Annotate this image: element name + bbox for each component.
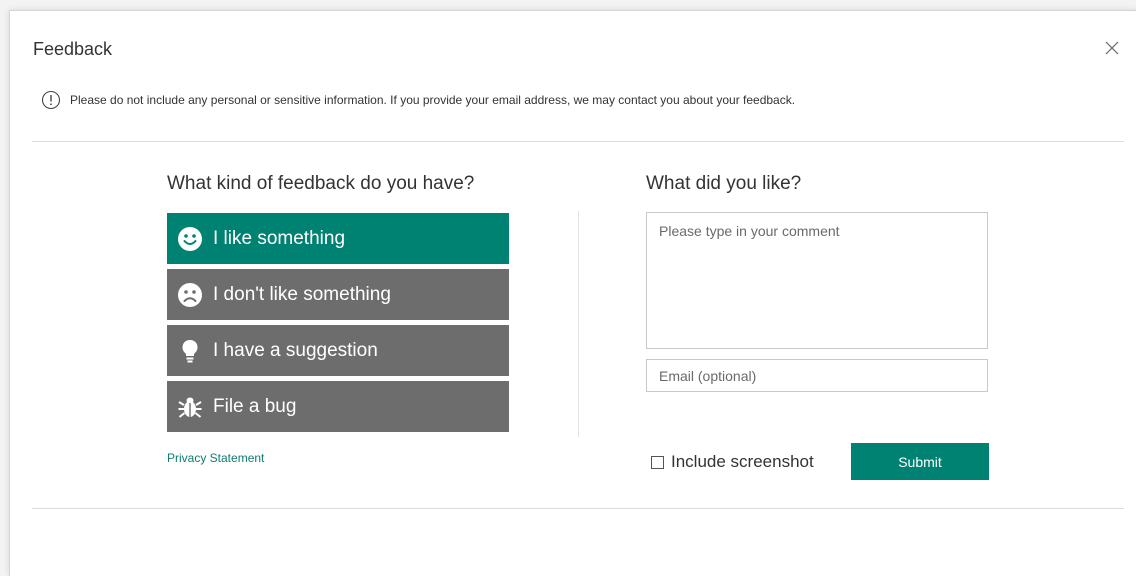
dialog-title: Feedback [33, 39, 113, 59]
privacy-notice-text: Please do not include any personal or se… [70, 93, 796, 107]
top-divider [32, 141, 1124, 142]
option-suggestion-label: I have a suggestion [213, 339, 378, 361]
option-suggestion[interactable]: I have a suggestion [167, 325, 509, 376]
privacy-statement-link[interactable]: Privacy Statement [167, 451, 264, 465]
option-file-bug[interactable]: File a bug [167, 381, 509, 432]
feedback-dialog: Feedback Please do not include any perso… [9, 10, 1136, 576]
include-screenshot-row: Include screenshot [651, 452, 814, 472]
option-dislike-something[interactable]: I don't like something [167, 269, 509, 320]
info-icon [41, 90, 61, 110]
bug-icon [177, 394, 203, 420]
include-screenshot-checkbox[interactable] [651, 455, 664, 469]
comment-heading: What did you like? [646, 173, 802, 194]
column-separator [578, 211, 579, 437]
option-like-label: I like something [213, 227, 346, 249]
include-screenshot-label[interactable]: Include screenshot [671, 452, 814, 472]
comment-textarea[interactable] [646, 212, 988, 349]
close-icon[interactable] [1103, 39, 1121, 57]
option-bug-label: File a bug [213, 395, 297, 417]
smile-icon [177, 226, 203, 252]
option-dislike-label: I don't like something [213, 283, 391, 305]
bottom-divider [32, 508, 1124, 509]
email-field[interactable] [646, 359, 988, 392]
privacy-notice: Please do not include any personal or se… [41, 90, 795, 110]
feedback-type-heading: What kind of feedback do you have? [167, 173, 475, 194]
frown-icon [177, 282, 203, 308]
option-like-something[interactable]: I like something [167, 213, 509, 264]
lightbulb-icon [177, 338, 203, 364]
submit-button[interactable]: Submit [851, 443, 989, 480]
